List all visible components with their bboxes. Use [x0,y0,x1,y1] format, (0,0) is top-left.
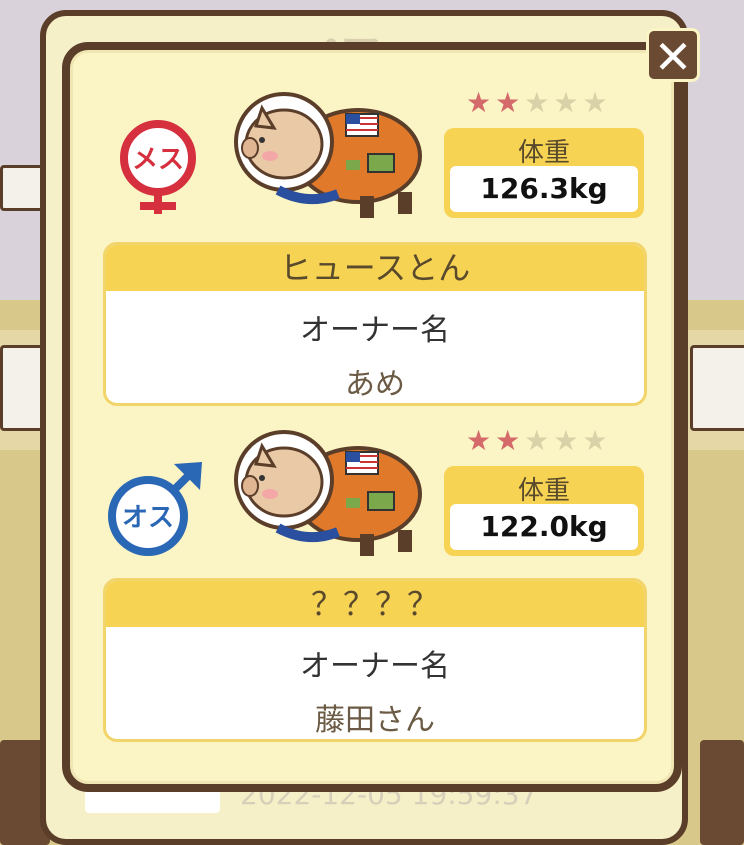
close-icon: ✕ [653,30,693,84]
owner-name: あめ [345,367,405,402]
owner-label: オーナー名 [300,649,450,684]
star-rating: ★★★★★ [466,86,612,119]
astronaut-pig-icon [228,86,428,226]
star-icon: ★ [582,86,612,119]
male-symbol-icon: オス [102,460,202,556]
pig-name: ？？？？ [106,581,644,627]
svg-text:オス: オス [122,503,174,533]
astronaut-pig-icon [228,424,428,564]
star-icon: ★ [524,86,554,119]
star-icon: ★ [582,424,612,457]
star-icon: ★ [524,424,554,457]
star-icon: ★ [495,86,525,119]
female-symbol-icon: メス [110,118,206,214]
weight-box: 体重 126.3kg [444,128,644,218]
owner-name: 藤田さん [315,703,435,738]
star-icon: ★ [495,424,525,457]
pig-name: ヒュースとん [106,245,644,291]
svg-text:メス: メス [132,145,184,175]
weight-label: 体重 [517,138,570,168]
weight-box: 体重 122.0kg [444,466,644,556]
star-icon: ★ [466,86,496,119]
weight-value: 126.3kg [450,166,638,212]
star-rating: ★★★★★ [466,424,612,457]
star-icon: ★ [553,424,583,457]
star-icon: ★ [466,424,496,457]
owner-label: オーナー名 [300,313,450,348]
weight-value: 122.0kg [450,504,638,550]
weight-label: 体重 [517,476,570,506]
close-button[interactable]: ✕ [646,28,700,84]
fence-post [700,740,744,845]
star-icon: ★ [553,86,583,119]
pig-info-card: ？？？？ オーナー名 藤田さん [103,578,647,742]
fence [690,345,744,431]
pig-info-card: ヒュースとん オーナー名 あめ [103,242,647,406]
